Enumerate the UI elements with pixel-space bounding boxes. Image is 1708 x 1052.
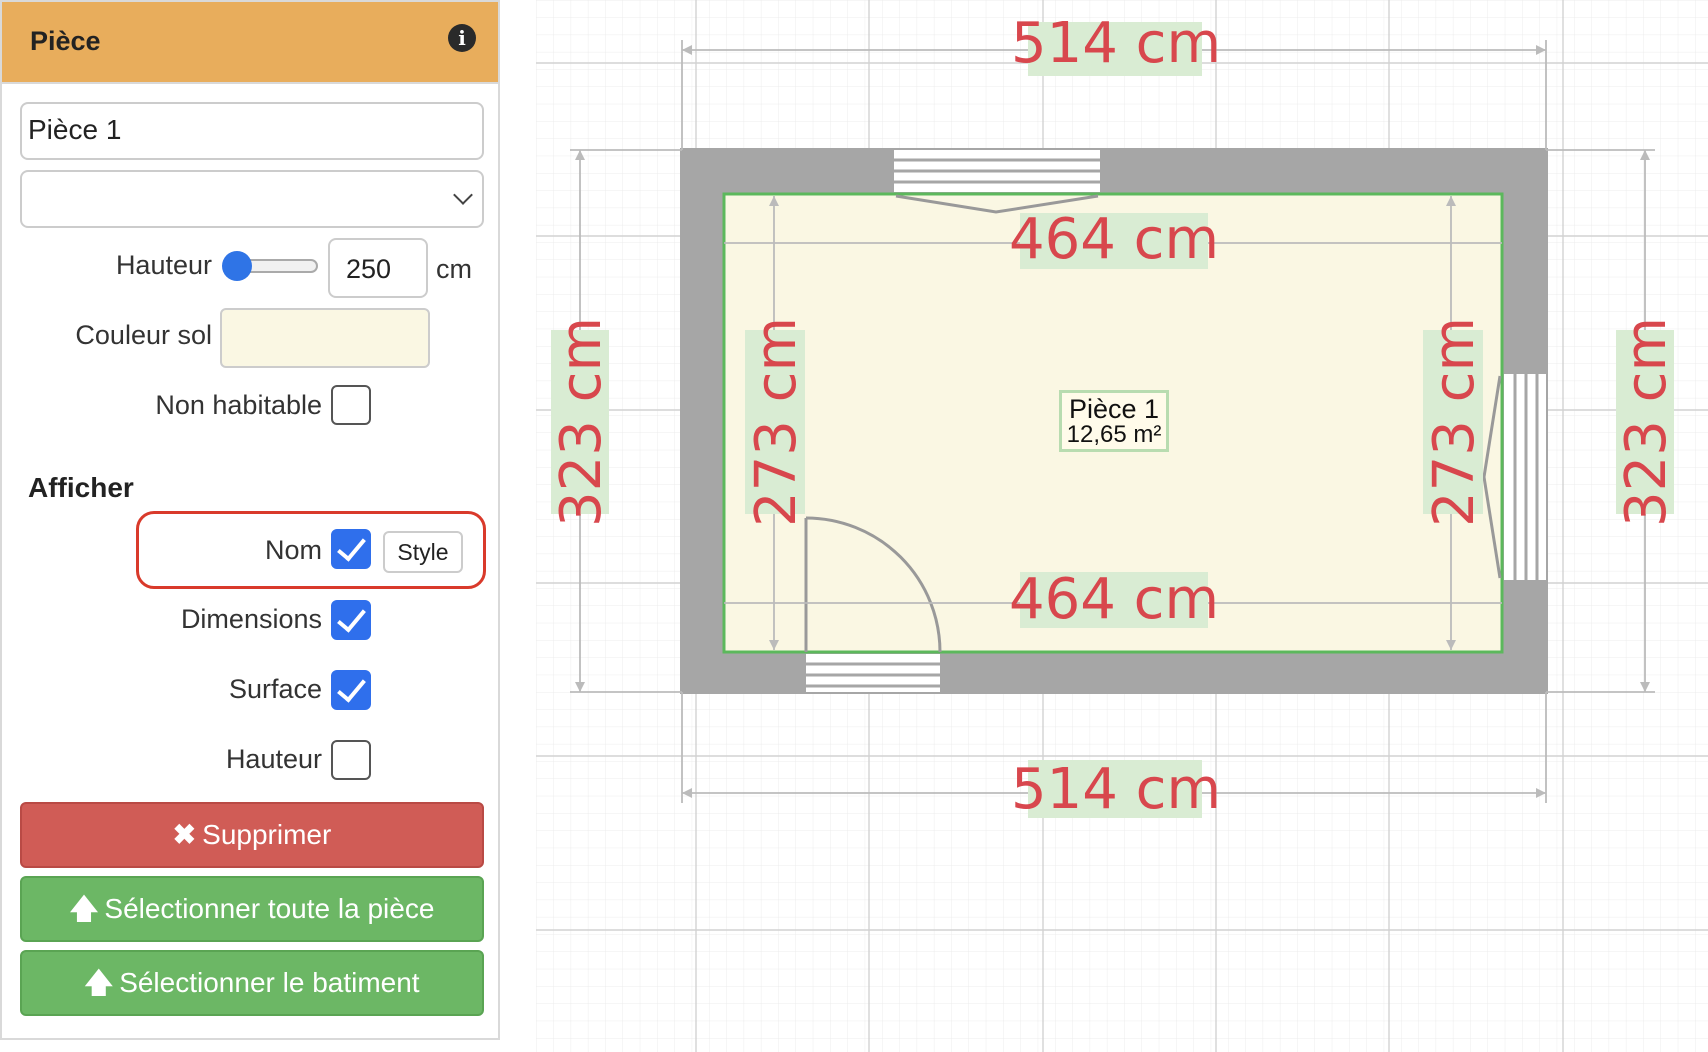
non-habitable-checkbox[interactable] <box>331 385 371 425</box>
dim-bottom-inner: 464 cm <box>1009 567 1219 632</box>
show-dimensions-checkbox[interactable] <box>331 600 371 640</box>
panel-title: Pièce <box>30 26 101 56</box>
arrow-up-icon: 🡅 <box>84 967 114 998</box>
select-building-button[interactable]: 🡅 Sélectionner le batiment <box>20 950 484 1016</box>
close-icon: ✖ <box>172 819 197 850</box>
chevron-down-icon <box>453 185 473 205</box>
floor-plan-canvas[interactable]: 514 cm 464 cm 464 cm 514 cm 323 cm 273 c… <box>536 0 1708 1052</box>
show-surface-checkbox[interactable] <box>331 670 371 710</box>
room-properties-panel: Pièce i Pièce 1 Hauteur 250 cm Couleur s… <box>0 0 500 1040</box>
show-height-checkbox[interactable] <box>331 740 371 780</box>
dim-top-inner: 464 cm <box>1009 207 1219 272</box>
dim-right-inner: 273 cm <box>1422 317 1487 527</box>
dim-top-outer: 514 cm <box>1011 11 1221 76</box>
show-surface-label: Surface <box>228 674 322 704</box>
dim-right-outer: 323 cm <box>1614 317 1679 527</box>
height-input[interactable]: 250 <box>328 238 428 298</box>
info-icon[interactable]: i <box>448 24 476 52</box>
show-name-label: Nom <box>264 535 322 565</box>
dim-left-inner: 273 cm <box>744 317 809 527</box>
floor-color-picker[interactable] <box>220 308 430 368</box>
delete-button[interactable]: ✖ Supprimer <box>20 802 484 868</box>
dim-left-outer: 323 cm <box>549 317 614 527</box>
room-type-select[interactable] <box>20 170 484 228</box>
height-label: Hauteur <box>115 250 212 280</box>
floor-plan-svg[interactable]: 514 cm 464 cm 464 cm 514 cm 323 cm 273 c… <box>536 0 1708 1052</box>
room-label-area: 12,65 m² <box>1066 421 1162 448</box>
delete-button-label: Supprimer <box>202 819 332 850</box>
non-habitable-label: Non habitable <box>155 390 322 420</box>
show-section-title: Afficher <box>28 472 134 503</box>
show-height-label: Hauteur <box>225 744 322 774</box>
show-dimensions-label: Dimensions <box>180 604 322 634</box>
panel-header: Pièce i <box>2 2 498 84</box>
room-label[interactable]: Pièce 1 12,65 m² <box>1059 390 1169 452</box>
select-room-button-label: Sélectionner toute la pièce <box>104 893 435 924</box>
select-room-button[interactable]: 🡅 Sélectionner toute la pièce <box>20 876 484 942</box>
room-label-name: Pièce 1 <box>1068 394 1160 424</box>
show-name-checkbox[interactable] <box>331 529 371 569</box>
height-slider-thumb[interactable] <box>222 251 252 281</box>
style-button[interactable]: Style <box>383 531 463 573</box>
dim-bottom-outer: 514 cm <box>1011 757 1221 822</box>
floor-color-label: Couleur sol <box>75 320 212 350</box>
height-unit: cm <box>436 254 472 284</box>
arrow-up-icon: 🡅 <box>69 893 99 924</box>
room-name-input[interactable]: Pièce 1 <box>20 102 484 160</box>
select-building-button-label: Sélectionner le batiment <box>119 967 420 998</box>
